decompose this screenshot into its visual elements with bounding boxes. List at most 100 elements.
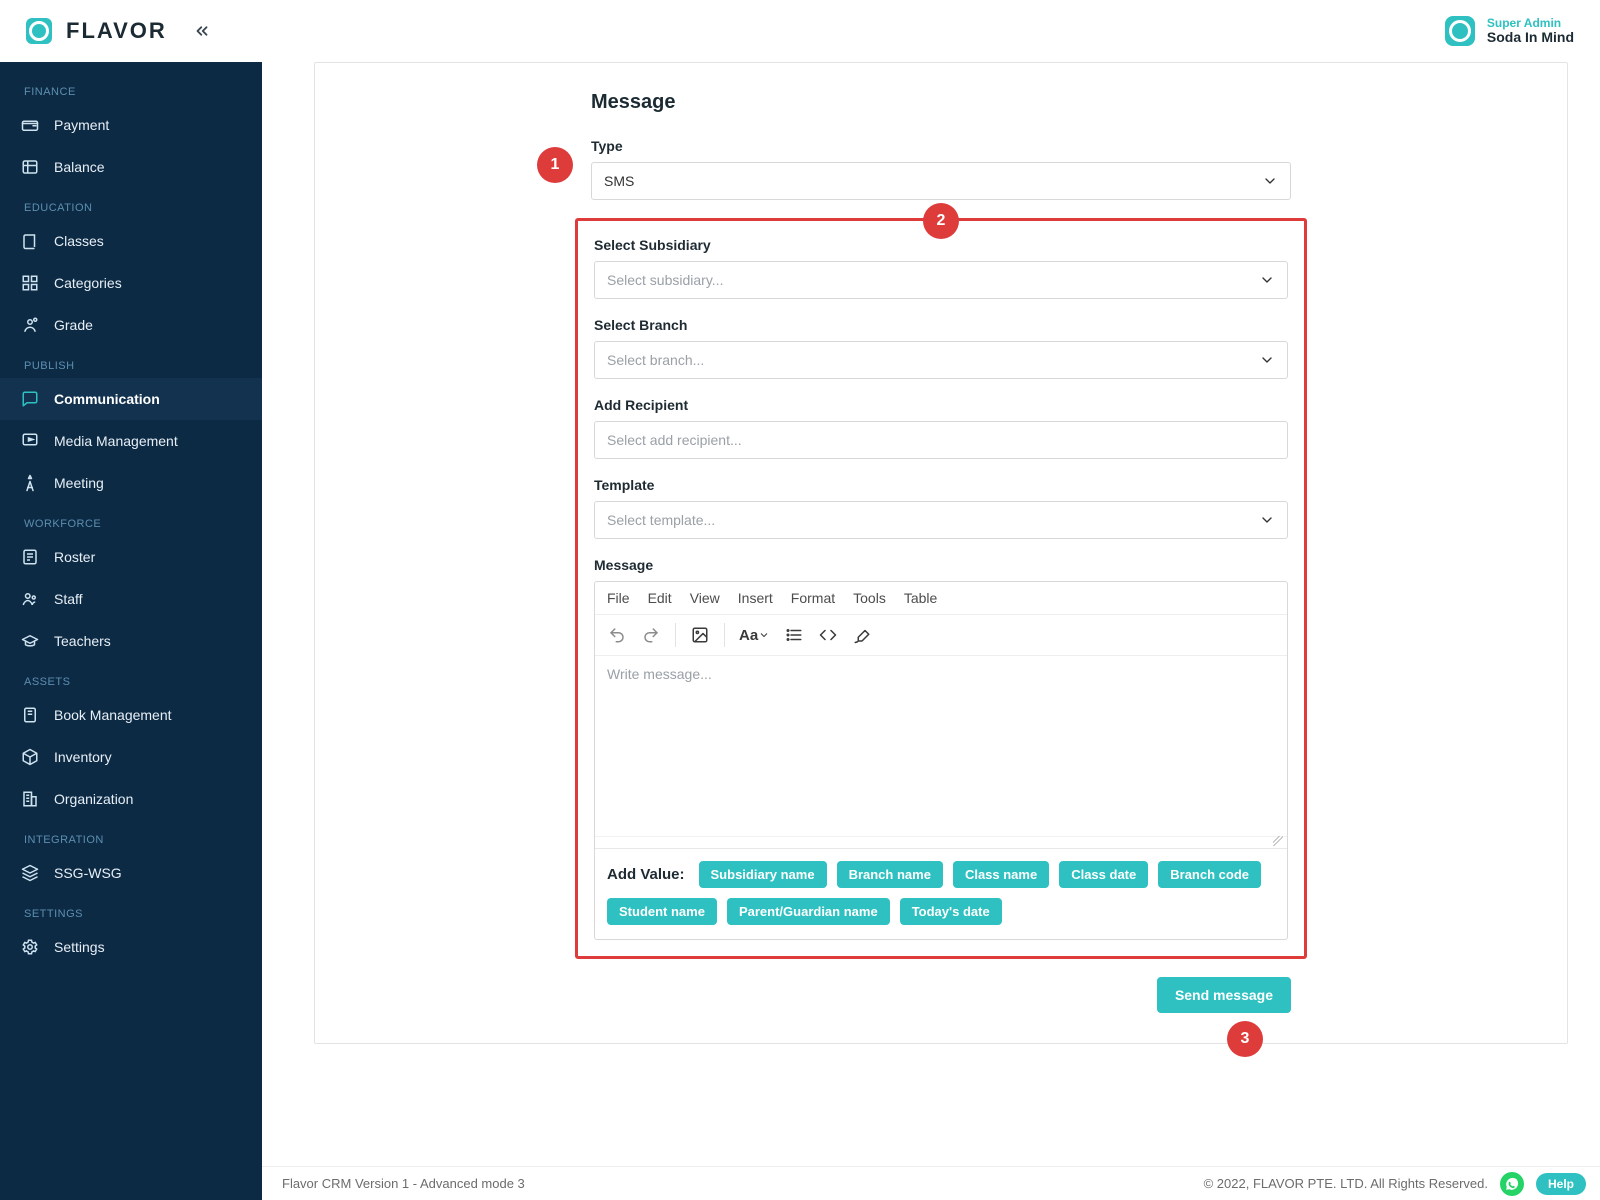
recipient-input[interactable]: Select add recipient... bbox=[594, 421, 1288, 459]
sidebar-item-media-management[interactable]: Media Management bbox=[0, 420, 262, 462]
value-chip-today-s-date[interactable]: Today's date bbox=[900, 898, 1002, 925]
editor-menubar: File Edit View Insert Format Tools Table bbox=[595, 582, 1287, 615]
sidebar-item-organization[interactable]: Organization bbox=[0, 778, 262, 820]
section-title: SETTINGS bbox=[0, 894, 262, 926]
sidebar-item-label: Communication bbox=[54, 391, 160, 407]
sidebar-item-label: Book Management bbox=[54, 707, 172, 723]
sidebar-item-book-management[interactable]: Book Management bbox=[0, 694, 262, 736]
value-chip-subsidiary-name[interactable]: Subsidiary name bbox=[699, 861, 827, 888]
value-chip-class-name[interactable]: Class name bbox=[953, 861, 1049, 888]
branch-select[interactable]: Select branch... bbox=[594, 341, 1288, 379]
sidebar-item-label: Teachers bbox=[54, 633, 111, 649]
image-icon bbox=[691, 626, 709, 644]
section-title: PUBLISH bbox=[0, 346, 262, 378]
value-chip-branch-code[interactable]: Branch code bbox=[1158, 861, 1261, 888]
template-label: Template bbox=[594, 477, 1288, 493]
user-box[interactable]: Super Admin Soda In Mind bbox=[1445, 16, 1574, 46]
chevron-down-icon bbox=[1259, 512, 1275, 528]
section-title: FINANCE bbox=[0, 72, 262, 104]
sidebar-item-meeting[interactable]: Meeting bbox=[0, 462, 262, 504]
image-button[interactable] bbox=[686, 621, 714, 649]
callout-badge-1: 1 bbox=[537, 147, 573, 183]
editor-menu-table[interactable]: Table bbox=[904, 590, 937, 606]
brand-name: FLAVOR bbox=[66, 18, 167, 44]
footer-copyright: © 2022, FLAVOR PTE. LTD. All Rights Rese… bbox=[1204, 1176, 1488, 1191]
brand: FLAVOR bbox=[26, 18, 215, 44]
org-icon bbox=[20, 789, 40, 809]
sidebar-item-grade[interactable]: Grade bbox=[0, 304, 262, 346]
media-icon bbox=[20, 431, 40, 451]
sidebar-item-label: SSG-WSG bbox=[54, 865, 122, 881]
panel-inner: Message 1 Type SMS 2 Select Subsidiary bbox=[591, 91, 1291, 1013]
sidebar: FINANCEPaymentBalanceEDUCATIONClassesCat… bbox=[0, 62, 262, 1200]
sidebar-item-teachers[interactable]: Teachers bbox=[0, 620, 262, 662]
whatsapp-button[interactable] bbox=[1500, 1172, 1524, 1196]
editor-toolbar: Aa bbox=[595, 615, 1287, 656]
sidebar-item-staff[interactable]: Staff bbox=[0, 578, 262, 620]
redo-button[interactable] bbox=[637, 621, 665, 649]
sidebar-item-settings[interactable]: Settings bbox=[0, 926, 262, 968]
type-select[interactable]: SMS bbox=[591, 162, 1291, 200]
gear-icon bbox=[20, 937, 40, 957]
undo-button[interactable] bbox=[603, 621, 631, 649]
value-chip-student-name[interactable]: Student name bbox=[607, 898, 717, 925]
sidebar-item-balance[interactable]: Balance bbox=[0, 146, 262, 188]
value-chip-branch-name[interactable]: Branch name bbox=[837, 861, 943, 888]
section-title: INTEGRATION bbox=[0, 820, 262, 852]
editor-menu-insert[interactable]: Insert bbox=[738, 590, 773, 606]
recipient-field: Add Recipient Select add recipient... bbox=[594, 397, 1288, 459]
code-button[interactable] bbox=[814, 621, 842, 649]
template-select[interactable]: Select template... bbox=[594, 501, 1288, 539]
sidebar-item-classes[interactable]: Classes bbox=[0, 220, 262, 262]
people-icon bbox=[20, 589, 40, 609]
help-button[interactable]: Help bbox=[1536, 1173, 1586, 1195]
editor-menu-tools[interactable]: Tools bbox=[853, 590, 886, 606]
subsidiary-select[interactable]: Select subsidiary... bbox=[594, 261, 1288, 299]
sidebar-item-ssg-wsg[interactable]: SSG-WSG bbox=[0, 852, 262, 894]
book-icon bbox=[20, 231, 40, 251]
editor-body[interactable]: Write message... bbox=[595, 656, 1287, 836]
highlight-button[interactable] bbox=[848, 621, 876, 649]
sidebar-collapse-button[interactable] bbox=[189, 18, 215, 44]
type-value: SMS bbox=[604, 173, 634, 189]
sidebar-item-label: Staff bbox=[54, 591, 83, 607]
whatsapp-icon bbox=[1505, 1177, 1519, 1191]
template-field: Template Select template... bbox=[594, 477, 1288, 539]
sidebar-item-label: Categories bbox=[54, 275, 122, 291]
editor-menu-view[interactable]: View bbox=[690, 590, 720, 606]
branch-label: Select Branch bbox=[594, 317, 1288, 333]
sidebar-item-label: Roster bbox=[54, 549, 95, 565]
list-icon bbox=[785, 626, 803, 644]
code-icon bbox=[819, 626, 837, 644]
editor-menu-edit[interactable]: Edit bbox=[648, 590, 672, 606]
footer: Flavor CRM Version 1 - Advanced mode 3 ©… bbox=[262, 1166, 1600, 1200]
sidebar-item-roster[interactable]: Roster bbox=[0, 536, 262, 578]
sidebar-item-label: Payment bbox=[54, 117, 109, 133]
type-label: Type bbox=[591, 138, 1291, 154]
list-button[interactable] bbox=[780, 621, 808, 649]
toolbar-separator bbox=[675, 623, 676, 647]
sidebar-item-label: Classes bbox=[54, 233, 104, 249]
sidebar-item-categories[interactable]: Categories bbox=[0, 262, 262, 304]
message-editor: File Edit View Insert Format Tools Table bbox=[594, 581, 1288, 940]
ledger-icon bbox=[20, 157, 40, 177]
editor-resize-handle[interactable] bbox=[595, 836, 1287, 848]
value-chip-class-date[interactable]: Class date bbox=[1059, 861, 1148, 888]
send-message-button[interactable]: Send message bbox=[1157, 977, 1291, 1013]
fontsize-button[interactable]: Aa bbox=[735, 621, 774, 649]
grade-icon bbox=[20, 315, 40, 335]
editor-menu-format[interactable]: Format bbox=[791, 590, 835, 606]
recipient-placeholder: Select add recipient... bbox=[607, 432, 742, 448]
sidebar-item-inventory[interactable]: Inventory bbox=[0, 736, 262, 778]
callout-badge-3: 3 bbox=[1227, 1021, 1263, 1057]
chevron-down-icon bbox=[1262, 173, 1278, 189]
message-panel: Message 1 Type SMS 2 Select Subsidiary bbox=[314, 62, 1568, 1044]
sidebar-item-label: Grade bbox=[54, 317, 93, 333]
value-chip-parent-guardian-name[interactable]: Parent/Guardian name bbox=[727, 898, 890, 925]
sidebar-item-communication[interactable]: Communication bbox=[0, 378, 262, 420]
editor-menu-file[interactable]: File bbox=[607, 590, 630, 606]
message-label: Message bbox=[594, 557, 1288, 573]
avatar-icon bbox=[1445, 16, 1475, 46]
sidebar-item-payment[interactable]: Payment bbox=[0, 104, 262, 146]
highlighter-icon bbox=[853, 626, 871, 644]
